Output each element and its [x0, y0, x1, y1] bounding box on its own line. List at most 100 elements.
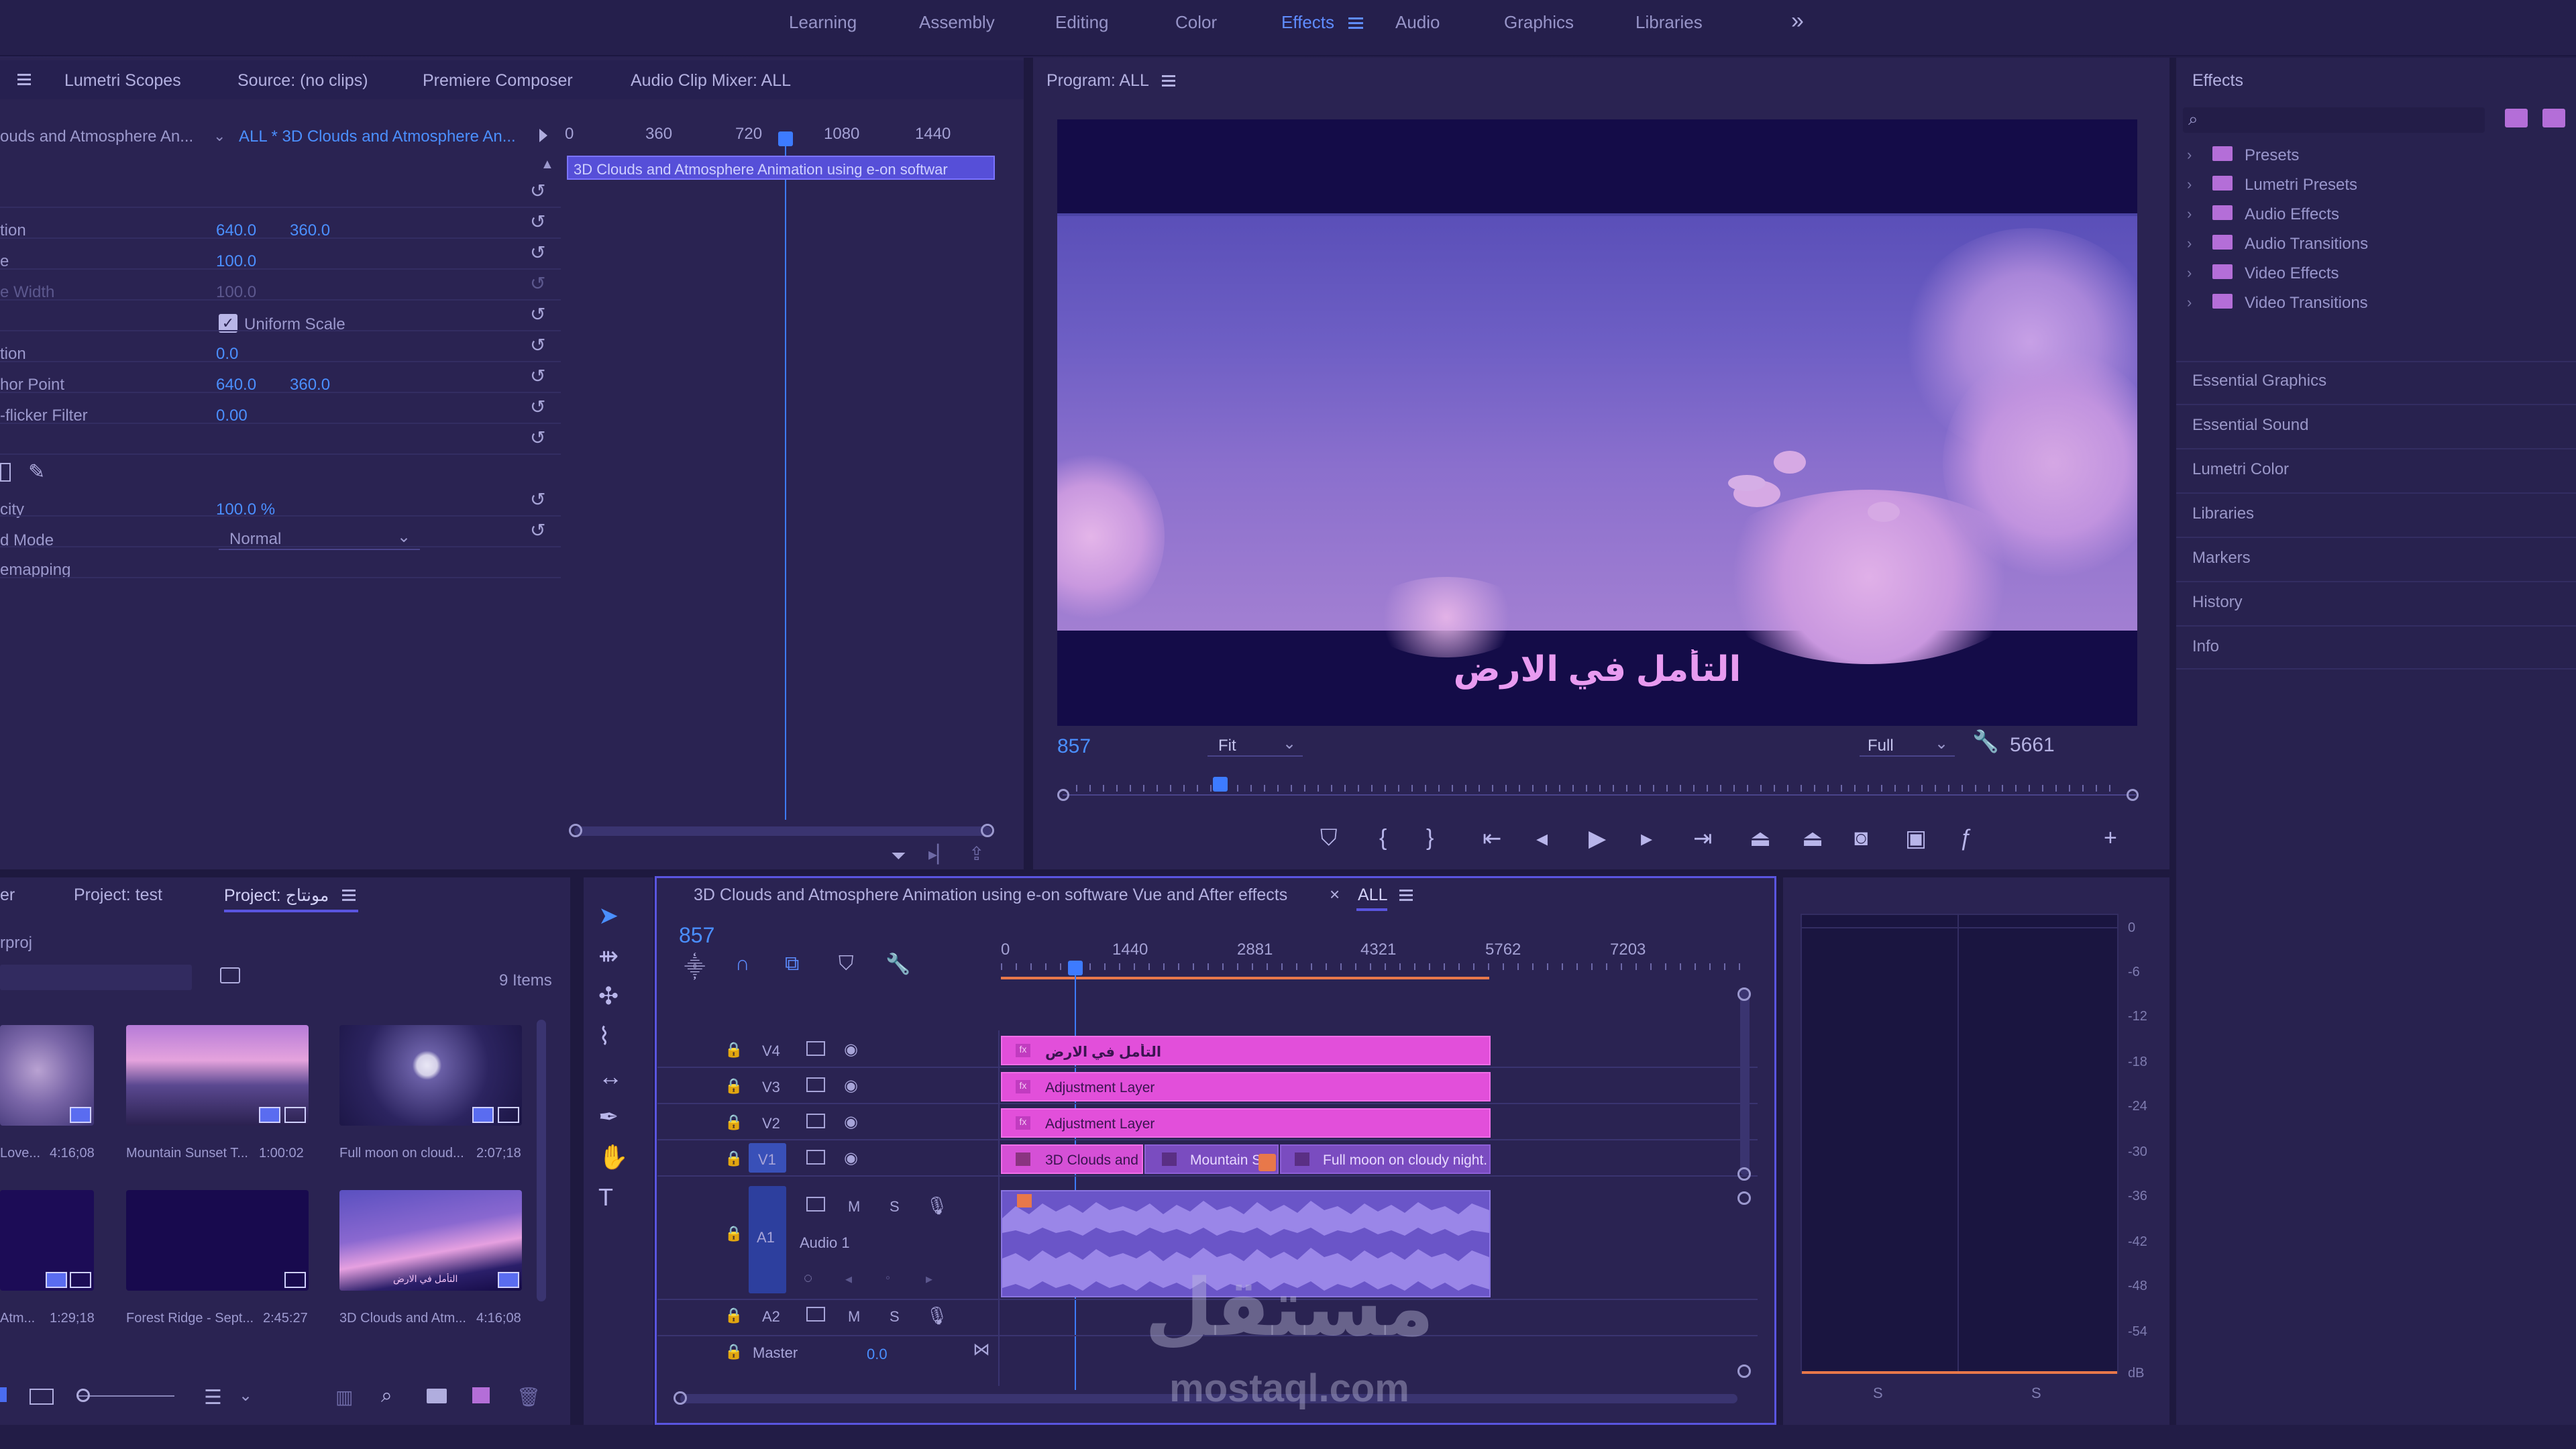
clip-v1-clouds[interactable]: 3D Clouds and [1001, 1144, 1143, 1174]
source-patch-a1[interactable]: A1 [749, 1186, 786, 1293]
project-scrollbar[interactable] [537, 1020, 546, 1301]
mute-button[interactable]: M [848, 1198, 860, 1216]
previous-keyframe-icon[interactable]: ◂ [845, 1271, 852, 1287]
go-to-gap-icon[interactable]: ⋈ [973, 1339, 990, 1360]
out-handle[interactable] [2127, 789, 2139, 801]
trash-icon[interactable]: 🗑 [517, 1386, 541, 1408]
scroll-up-icon[interactable]: ▲ [541, 157, 554, 172]
step-back-icon[interactable]: ◂ [1536, 825, 1548, 852]
timeline-menu-icon[interactable] [1399, 890, 1413, 892]
clip-v3-adjustment[interactable]: fx Adjustment Layer [1001, 1072, 1491, 1102]
go-to-in-icon[interactable]: ⇤ [1483, 825, 1502, 852]
panel-lumetri-color[interactable]: Lumetri Color [2192, 460, 2289, 479]
scroll-handle-left[interactable] [569, 824, 582, 837]
reset-icon[interactable]: ↺ [530, 334, 545, 356]
chevron-right-icon[interactable]: › [2187, 294, 2192, 311]
sequence-clip-selector[interactable]: ALL * 3D Clouds and Atmosphere An... [239, 127, 521, 146]
workspace-assembly[interactable]: Assembly [919, 12, 995, 33]
timeline-ruler[interactable]: 0 1440 2881 4321 5762 7203 [1000, 939, 1758, 979]
solo-button[interactable]: S [890, 1198, 900, 1216]
sort-icon[interactable]: ☰ [204, 1386, 222, 1409]
zoom-slider[interactable] [78, 1395, 174, 1397]
panel-essential-graphics[interactable]: Essential Graphics [2192, 372, 2326, 390]
play-only-audio-icon[interactable] [539, 129, 547, 142]
pen-tool-icon[interactable]: ✒ [598, 1103, 619, 1131]
clip-v1-moon[interactable]: Full moon on cloudy night. [1280, 1144, 1491, 1174]
program-video-frame[interactable]: التأمل في الارض [1057, 119, 2137, 726]
effects-item-video-transitions[interactable]: Video Transitions [2245, 294, 2368, 313]
workspace-graphics[interactable]: Graphics [1504, 12, 1574, 33]
chevron-right-icon[interactable]: › [2187, 146, 2192, 164]
sync-lock-icon[interactable] [806, 1041, 825, 1056]
program-scrubber[interactable] [1057, 777, 2139, 804]
compare-view-icon[interactable]: ▣ [1905, 825, 1927, 852]
find-icon[interactable]: ⌕ [381, 1385, 392, 1407]
effects-item-lumetri-presets[interactable]: Lumetri Presets [2245, 176, 2357, 195]
chevron-down-icon[interactable]: ⌄ [213, 127, 225, 145]
sync-lock-icon[interactable] [806, 1307, 825, 1322]
scroll-handle-top[interactable] [1737, 1191, 1751, 1205]
scroll-handle-right[interactable] [981, 824, 994, 837]
wrench-icon[interactable]: 🔧 [1972, 729, 1999, 754]
panel-history[interactable]: History [2192, 593, 2243, 612]
close-icon[interactable]: × [1330, 884, 1340, 905]
program-monitor-title[interactable]: Program: ALL [1046, 71, 1149, 91]
go-to-out-icon[interactable]: ⇥ [1693, 825, 1713, 852]
panel-menu-icon[interactable] [17, 74, 31, 76]
effects-item-presets[interactable]: Presets [2245, 146, 2299, 165]
eye-icon[interactable]: ◉ [844, 1112, 858, 1132]
transition-icon[interactable] [1258, 1154, 1276, 1171]
add-marker-icon[interactable]: ⛉ [1320, 825, 1338, 851]
mark-out-icon[interactable]: } [1426, 825, 1434, 851]
timeline-tab-all[interactable]: ALL [1358, 885, 1387, 905]
lock-icon[interactable]: 🔒 [724, 1343, 743, 1360]
zoom-slider-handle[interactable] [76, 1389, 90, 1402]
new-preset-bin-icon[interactable] [2542, 109, 2565, 127]
export-icon[interactable]: ⇪ [969, 843, 984, 865]
effects-search-input[interactable]: ⌕ [2183, 107, 2485, 133]
panel-libraries[interactable]: Libraries [2192, 504, 2254, 523]
type-tool-icon[interactable]: T [598, 1183, 613, 1212]
sync-lock-icon[interactable] [806, 1077, 825, 1092]
chevron-down-icon[interactable]: ⌄ [239, 1386, 252, 1405]
project-thumbnail[interactable] [126, 1025, 309, 1126]
camera-icon[interactable]: ◙ [1854, 825, 1868, 851]
nest-icon[interactable]: ⸎ [684, 953, 705, 980]
workspace-color[interactable]: Color [1175, 12, 1217, 33]
tab-project-test[interactable]: Project: test [74, 885, 162, 905]
play-audio-icon[interactable]: ▸▏ [928, 844, 951, 865]
scroll-handle-bottom[interactable] [1737, 1167, 1751, 1181]
playhead-handle[interactable] [778, 131, 793, 146]
step-forward-icon[interactable]: ▸ [1641, 825, 1652, 852]
icon-view-icon[interactable] [30, 1389, 54, 1405]
razor-tool-icon[interactable]: ⌇ [598, 1022, 610, 1051]
project-thumbnail[interactable]: التأمل في الارض [339, 1190, 522, 1291]
workspace-learning[interactable]: Learning [789, 12, 857, 33]
lock-icon[interactable]: 🔒 [724, 1150, 743, 1167]
mute-button[interactable]: M [848, 1308, 860, 1326]
workspace-libraries[interactable]: Libraries [1635, 12, 1703, 33]
selection-tool-icon[interactable]: ➤ [598, 902, 619, 930]
chevron-right-icon[interactable]: › [2187, 205, 2192, 223]
sync-lock-icon[interactable] [806, 1114, 825, 1128]
reset-icon[interactable]: ↺ [530, 211, 545, 233]
source-patch-v1[interactable]: V1 [749, 1143, 786, 1173]
ripple-edit-tool-icon[interactable]: ✣ [598, 982, 619, 1010]
timeline-playhead-handle[interactable] [1068, 961, 1083, 975]
in-handle[interactable] [1057, 789, 1069, 801]
keyframe-icon[interactable]: ◌ [804, 1269, 812, 1287]
solo-right-button[interactable]: S [2031, 1385, 2041, 1402]
eye-icon[interactable]: ◉ [844, 1040, 858, 1059]
timeline-timecode[interactable]: 857 [679, 923, 714, 948]
list-view-icon[interactable] [0, 1387, 7, 1402]
effect-controls-scrollbar[interactable] [574, 826, 991, 836]
scroll-handle-top[interactable] [1737, 987, 1751, 1001]
new-search-bin-icon[interactable] [220, 967, 240, 983]
program-menu-icon[interactable] [1162, 75, 1175, 77]
reset-icon[interactable]: ↺ [530, 241, 545, 264]
effects-panel-title[interactable]: Effects [2192, 71, 2243, 91]
lock-icon[interactable]: 🔒 [724, 1307, 743, 1324]
add-button-icon[interactable]: + [2104, 825, 2117, 851]
project-thumbnail[interactable] [339, 1025, 522, 1126]
program-timecode[interactable]: 857 [1057, 735, 1091, 758]
